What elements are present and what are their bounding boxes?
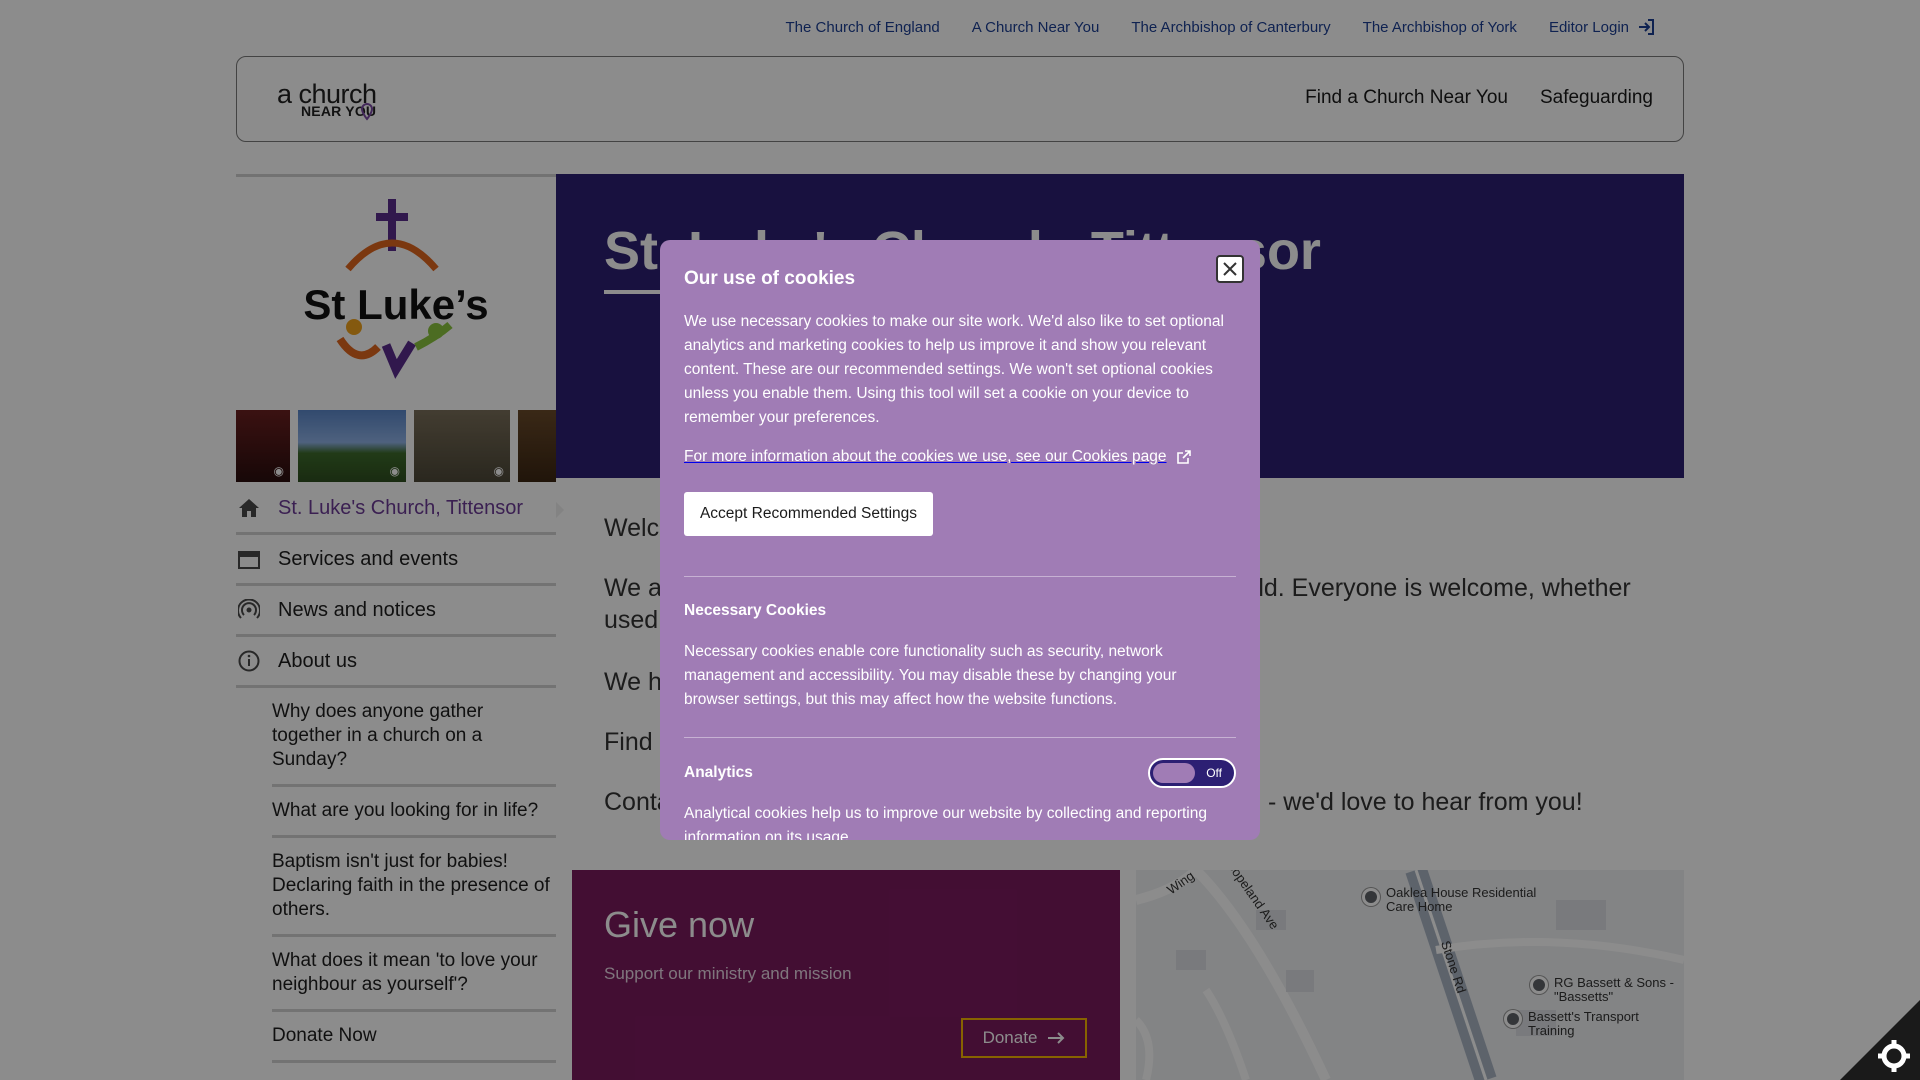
- cookie-intro: We use necessary cookies to make our sit…: [684, 313, 1224, 426]
- cookie-settings-gear-icon[interactable]: [1840, 1000, 1920, 1080]
- analytics-toggle[interactable]: Off: [1148, 758, 1236, 788]
- cookie-dialog-title: Our use of cookies: [684, 268, 856, 289]
- analytics-desc: Analytical cookies help us to improve ou…: [684, 805, 1207, 840]
- necessary-cookies-title: Necessary Cookies: [684, 602, 827, 619]
- accept-recommended-button[interactable]: Accept Recommended Settings: [684, 492, 933, 536]
- toggle-knob: [1153, 763, 1195, 783]
- cookie-consent-dialog: Our use of cookies We use necessary cook…: [660, 240, 1260, 840]
- divider: [684, 576, 1236, 577]
- external-link-icon: [1177, 450, 1192, 464]
- cookies-page-link[interactable]: For more information about the cookies w…: [684, 448, 1192, 466]
- divider: [684, 737, 1236, 738]
- cookies-page-link-label: For more information about the cookies w…: [684, 448, 1167, 465]
- toggle-state: Off: [1206, 766, 1222, 780]
- necessary-cookies-desc: Necessary cookies enable core functional…: [684, 643, 1177, 708]
- close-button[interactable]: [1216, 255, 1244, 283]
- close-icon: [1223, 262, 1237, 276]
- analytics-title: Analytics: [684, 764, 753, 781]
